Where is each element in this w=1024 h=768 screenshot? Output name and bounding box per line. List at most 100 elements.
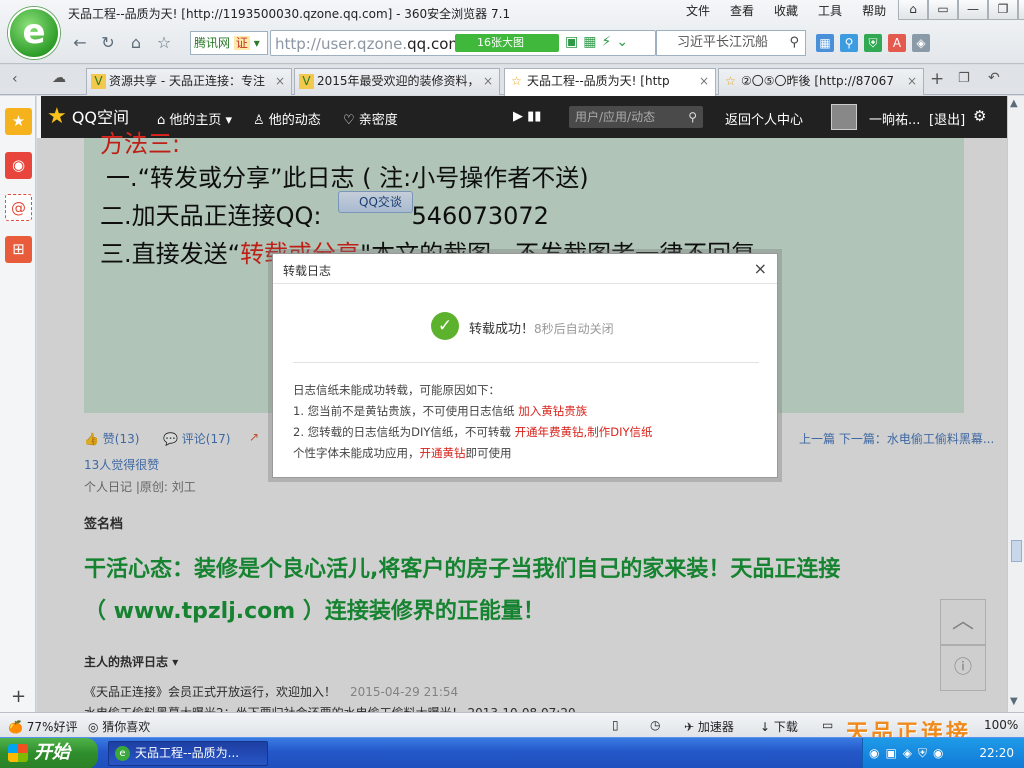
new-tab-icon[interactable]: + xyxy=(930,69,944,89)
gamepad-icon[interactable]: ◈ xyxy=(912,34,930,52)
app-grid-icon[interactable]: ▦ xyxy=(816,34,834,52)
nav-intimacy[interactable]: ♡ 亲密度 xyxy=(343,109,398,128)
join-yellow-diamond-link[interactable]: 加入黄钻贵族 xyxy=(518,404,587,418)
success-check-icon: ✓ xyxy=(431,312,459,340)
home-icon[interactable]: ⌂ xyxy=(122,30,150,56)
success-message: 转载成功！8秒后自动关闭 xyxy=(469,322,614,337)
tab-decoration-docs[interactable]: V 2015年最受欢迎的装修资料， × xyxy=(294,68,500,95)
speedup-icon[interactable]: ⚡ xyxy=(601,34,616,50)
tab-close-icon[interactable]: × xyxy=(483,69,493,94)
tab-favicon-icon: V xyxy=(91,74,106,89)
tab-2050[interactable]: ☆ ②〇⑤〇昨後 [http://87067 × xyxy=(718,68,924,95)
scroll-thumb[interactable] xyxy=(1011,540,1022,562)
open-yellow-diamond-link[interactable]: 开通黄钻 xyxy=(420,446,466,460)
weibo-icon[interactable]: ◉ xyxy=(5,152,32,179)
screenshot-icon[interactable]: ▣ xyxy=(565,34,583,50)
undo-close-tab-icon[interactable]: ↶ xyxy=(988,70,1000,86)
windows-taskbar: 开始 e 天品工程--品质为... ◉▣◈⛨◉ 22:20 xyxy=(0,737,1024,768)
browser-logo-icon[interactable]: e xyxy=(8,7,60,59)
menu-view[interactable]: 查看 xyxy=(720,3,764,19)
restore-layout-button[interactable]: ▭ xyxy=(928,0,958,20)
tab-favicon-icon: V xyxy=(299,74,314,89)
tab-resource-share[interactable]: V 资源共享 - 天品正连接：专注 × xyxy=(86,68,292,95)
tab-close-icon[interactable]: × xyxy=(275,69,285,94)
email-at-icon[interactable]: @ xyxy=(5,194,32,221)
tray-icons[interactable]: ◉▣◈⛨◉ xyxy=(869,746,950,761)
tab-tianpin-active[interactable]: ☆ 天品工程--品质为天! [http × xyxy=(504,68,716,96)
menu-tools[interactable]: 工具 xyxy=(808,3,852,19)
image-gallery-badge[interactable]: 16张大图 xyxy=(455,34,559,52)
rating-indicator[interactable]: 🍊 77%好评 xyxy=(8,718,77,735)
menu-file[interactable]: 文件 xyxy=(676,3,720,19)
close-window-button[interactable]: ✕ xyxy=(1018,0,1024,20)
qzone-top-bar: ★ QQ空间 ⌂ 他的主页 ▾ ♙ 他的动态 ♡ 亲密度 ▶ ▮▮ 用户/应用/… xyxy=(41,96,1007,138)
clock[interactable]: 22:20 xyxy=(979,746,1014,760)
maximize-button[interactable]: ❐ xyxy=(988,0,1018,20)
tab-close-icon[interactable]: × xyxy=(699,69,709,94)
cert-dropdown-icon: ▾ xyxy=(253,36,260,50)
search-icon[interactable]: ⚲ xyxy=(789,31,799,55)
download-button[interactable]: ↓ 下载 xyxy=(760,718,798,735)
system-tray: ◉▣◈⛨◉ 22:20 xyxy=(862,738,1024,768)
logout-link[interactable]: [退出] xyxy=(929,109,965,128)
home-skin-button[interactable]: ⌂ xyxy=(898,0,928,20)
repost-dialog: 转载日志 × ✓ 转载成功！8秒后自动关闭 日志信纸未能成功转载，可能原因如下：… xyxy=(272,253,778,478)
favorite-star-icon[interactable]: ☆ xyxy=(150,30,178,56)
tab-list-icon[interactable]: ❐ xyxy=(958,71,970,86)
search-input[interactable]: 习近平长江沉船 ⚲ xyxy=(656,30,806,56)
qrcode-icon[interactable]: ▦ xyxy=(583,34,601,50)
menu-help[interactable]: 帮助 xyxy=(852,3,896,19)
dialog-title: 转载日志 xyxy=(283,264,332,278)
qzone-search-input[interactable]: 用户/应用/动态 ⚲ xyxy=(569,106,703,128)
back-to-center-link[interactable]: 返回个人中心 xyxy=(725,109,803,128)
refresh-icon[interactable]: ↻ xyxy=(94,30,122,56)
address-bar-tools: ▣▦⚡⌄ xyxy=(565,34,633,50)
music-play-icon[interactable]: ▶ ▮▮ xyxy=(513,109,541,124)
back-arrow-icon[interactable]: ← xyxy=(66,30,94,56)
tab-scroll-left-icon[interactable]: ‹ xyxy=(12,71,18,87)
search-text: 习近平长江沉船 xyxy=(677,35,769,50)
favorites-star-icon[interactable]: ★ xyxy=(5,108,32,135)
vertical-scrollbar[interactable]: ▲ ▼ xyxy=(1007,96,1024,712)
cloud-tab-icon[interactable]: ☁ xyxy=(52,70,66,86)
shopping-bag-icon[interactable]: ⊞ xyxy=(5,236,32,263)
magnifier-icon[interactable]: ⚲ xyxy=(840,34,858,52)
taskbar-browser-item[interactable]: e 天品工程--品质为... xyxy=(108,741,268,766)
windows-logo-icon xyxy=(8,744,28,762)
settings-gear-icon[interactable]: ⚙ xyxy=(973,107,986,125)
guess-you-like[interactable]: ◎ 猜你喜欢 xyxy=(88,718,150,735)
dialog-header: 转载日志 × xyxy=(273,254,777,284)
zoom-level[interactable]: 100% xyxy=(984,718,1018,732)
username-link[interactable]: 一晌祐... xyxy=(869,109,920,128)
address-bar[interactable]: http://user.qzone.qq.com/1 16张大图 ▣▦⚡⌄ xyxy=(270,30,656,56)
scroll-down-icon[interactable]: ▼ xyxy=(1010,696,1018,707)
dropdown-icon[interactable]: ⌄ xyxy=(616,34,633,50)
screen-icon[interactable]: ▭ xyxy=(822,718,833,732)
scroll-up-icon[interactable]: ▲ xyxy=(1010,98,1018,109)
start-button[interactable]: 开始 xyxy=(0,738,98,768)
nav-his-feed[interactable]: ♙ 他的动态 xyxy=(253,109,321,128)
menu-bar: 文件 查看 收藏 工具 帮助 xyxy=(676,3,896,19)
window-controls: ⌂ ▭ — ❐ ✕ xyxy=(898,0,1024,20)
history-icon[interactable]: ◷ xyxy=(650,718,660,732)
extension-icons: ▦ ⚲ ⛨ A ◈ xyxy=(816,34,930,52)
tab-title: 资源共享 - 天品正连接：专注 xyxy=(109,74,265,88)
annual-yellow-diamond-link[interactable]: 开通年费黄钻,制作DIY信纸 xyxy=(515,425,653,439)
tab-title: 天品工程--品质为天! [http xyxy=(527,74,670,88)
accelerator-button[interactable]: ✈ 加速器 xyxy=(684,718,734,735)
phone-icon[interactable]: ▯ xyxy=(612,718,619,732)
site-certificate[interactable]: 腾讯网 证 ▾ xyxy=(190,31,268,55)
translate-icon[interactable]: A xyxy=(888,34,906,52)
reason-intro: 日志信纸未能成功转载，可能原因如下： xyxy=(293,383,500,397)
url-text[interactable]: http://user.qzone.qq.com/1 xyxy=(275,35,455,53)
shield-icon[interactable]: ⛨ xyxy=(864,34,882,52)
browser-toolbar: e 天品工程--品质为天! [http://1193500030.qzone.q… xyxy=(0,0,1024,64)
search-icon[interactable]: ⚲ xyxy=(688,106,697,128)
minimize-button[interactable]: — xyxy=(958,0,988,20)
divider xyxy=(293,362,759,363)
dialog-close-icon[interactable]: × xyxy=(754,259,767,278)
avatar[interactable] xyxy=(831,104,857,130)
menu-favorites[interactable]: 收藏 xyxy=(764,3,808,19)
sidebar-add-icon[interactable]: + xyxy=(11,686,26,707)
tab-close-icon[interactable]: × xyxy=(907,69,917,94)
